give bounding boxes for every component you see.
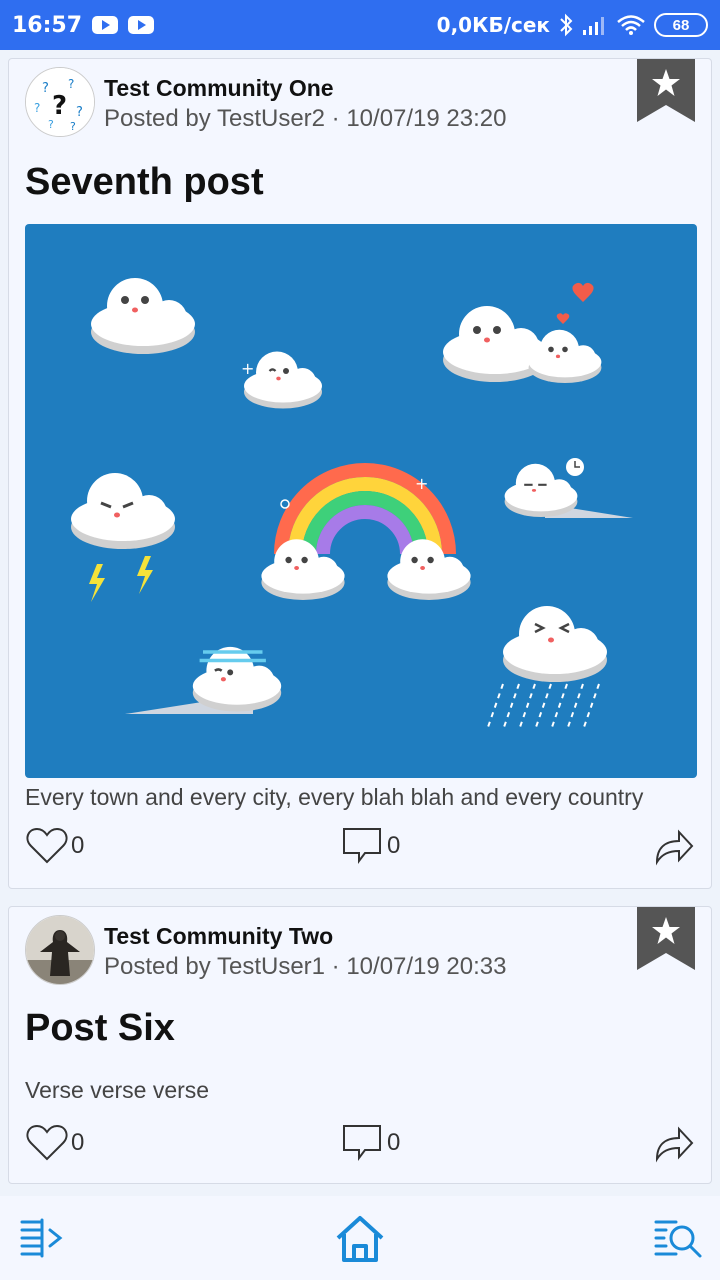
post-meta: Posted by TestUser2 · 10/07/19 23:20	[104, 105, 507, 132]
heart-icon	[26, 827, 68, 864]
post-image[interactable]: + +	[25, 224, 697, 778]
svg-text:?: ?	[76, 105, 83, 120]
post-body: Every town and every city, every blah bl…	[25, 784, 644, 810]
post-meta: Posted by TestUser1 · 10/07/19 20:33	[104, 953, 507, 980]
post-actions: 0 0	[25, 1123, 695, 1169]
svg-text:?: ?	[70, 120, 76, 133]
youtube-icon	[92, 16, 119, 34]
like-button[interactable]: 0	[25, 1123, 84, 1163]
signal-icon	[583, 17, 604, 35]
heart-icon	[26, 1124, 68, 1161]
feeds-icon[interactable]	[16, 1214, 68, 1264]
network-speed: 0,0КБ/сек	[436, 13, 550, 37]
community-avatar[interactable]	[25, 915, 95, 985]
svg-text:?: ?	[34, 101, 40, 115]
bookmark-star-icon[interactable]	[637, 907, 695, 970]
like-count: 0	[71, 832, 85, 859]
share-button[interactable]	[653, 826, 695, 866]
share-button[interactable]	[653, 1123, 695, 1163]
post-card[interactable]: Test Community Two Posted by TestUser1 ·…	[8, 906, 712, 1184]
post-title[interactable]: Seventh post	[25, 161, 264, 204]
svg-text:?: ?	[42, 81, 49, 96]
like-count: 0	[71, 1129, 85, 1156]
community-name[interactable]: Test Community Two	[104, 923, 333, 950]
bottom-navigation	[0, 1196, 720, 1280]
post-card[interactable]: ? ? ? ? ? ? ? Test Community One Posted …	[8, 58, 712, 889]
community-avatar[interactable]: ? ? ? ? ? ? ?	[25, 67, 95, 137]
status-time: 16:57	[12, 12, 83, 38]
comment-count: 0	[387, 832, 401, 859]
post-title[interactable]: Post Six	[25, 1007, 175, 1050]
svg-text:?: ?	[52, 91, 67, 121]
bluetooth-icon	[560, 13, 573, 37]
svg-text:+: +	[241, 359, 254, 378]
comment-icon	[343, 1125, 381, 1161]
bookmark-star-icon[interactable]	[637, 59, 695, 122]
share-icon	[655, 829, 694, 866]
comment-count: 0	[387, 1129, 401, 1156]
post-body: Verse verse verse	[25, 1077, 210, 1103]
youtube-icon	[128, 16, 155, 34]
like-button[interactable]: 0	[25, 826, 84, 866]
home-icon[interactable]	[334, 1214, 386, 1264]
community-name[interactable]: Test Community One	[104, 75, 334, 102]
svg-text:?: ?	[68, 77, 74, 91]
comment-button[interactable]: 0	[341, 826, 400, 866]
search-icon[interactable]	[652, 1214, 704, 1264]
share-icon	[655, 1126, 694, 1163]
comment-icon	[343, 828, 381, 864]
status-bar: 16:57 0,0КБ/сек 68	[0, 0, 720, 50]
svg-text:+: +	[415, 474, 428, 493]
battery-icon: 68	[654, 13, 708, 37]
post-actions: 0 0	[25, 826, 695, 872]
wifi-icon	[617, 15, 645, 35]
comment-button[interactable]: 0	[341, 1123, 400, 1163]
